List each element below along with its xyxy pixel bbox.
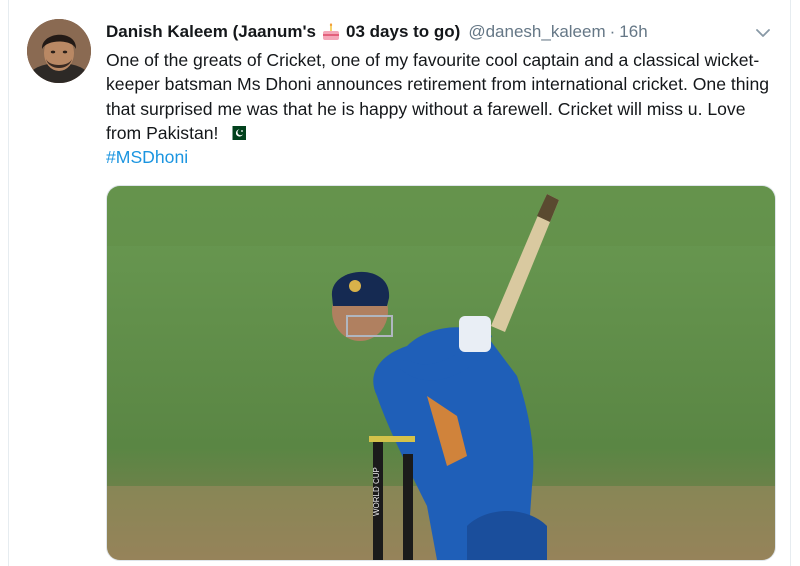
display-name-suffix[interactable]: 03 days to go)	[346, 22, 460, 42]
tweet-card[interactable]: Danish Kaleem (Jaanum's 03 days to go) @…	[0, 0, 800, 566]
tweet-text-content: One of the greats of Cricket, one of my …	[106, 50, 770, 144]
header-separator: ·	[609, 22, 616, 41]
hashtag-link[interactable]: #MSDhoni	[106, 147, 188, 168]
timeline-divider-right	[790, 0, 791, 566]
display-name[interactable]: Danish Kaleem (Jaanum's	[106, 22, 316, 42]
stump-text: WORLD CUP	[372, 467, 381, 516]
birthday-cake-icon	[321, 22, 341, 42]
tweet-timestamp[interactable]: 16h	[619, 22, 647, 42]
avatar[interactable]	[27, 19, 91, 83]
tweet-text: One of the greats of Cricket, one of my …	[106, 48, 776, 146]
tweet-header: Danish Kaleem (Jaanum's 03 days to go) @…	[106, 19, 648, 45]
tweet-photo[interactable]: WORLD CUP	[106, 185, 776, 561]
pakistan-flag-icon	[228, 122, 247, 141]
cricket-photo: WORLD CUP	[107, 186, 775, 560]
user-handle[interactable]: @danesh_kaleem	[468, 22, 605, 42]
chevron-down-icon[interactable]	[752, 22, 774, 44]
timeline-divider-left	[8, 0, 9, 566]
